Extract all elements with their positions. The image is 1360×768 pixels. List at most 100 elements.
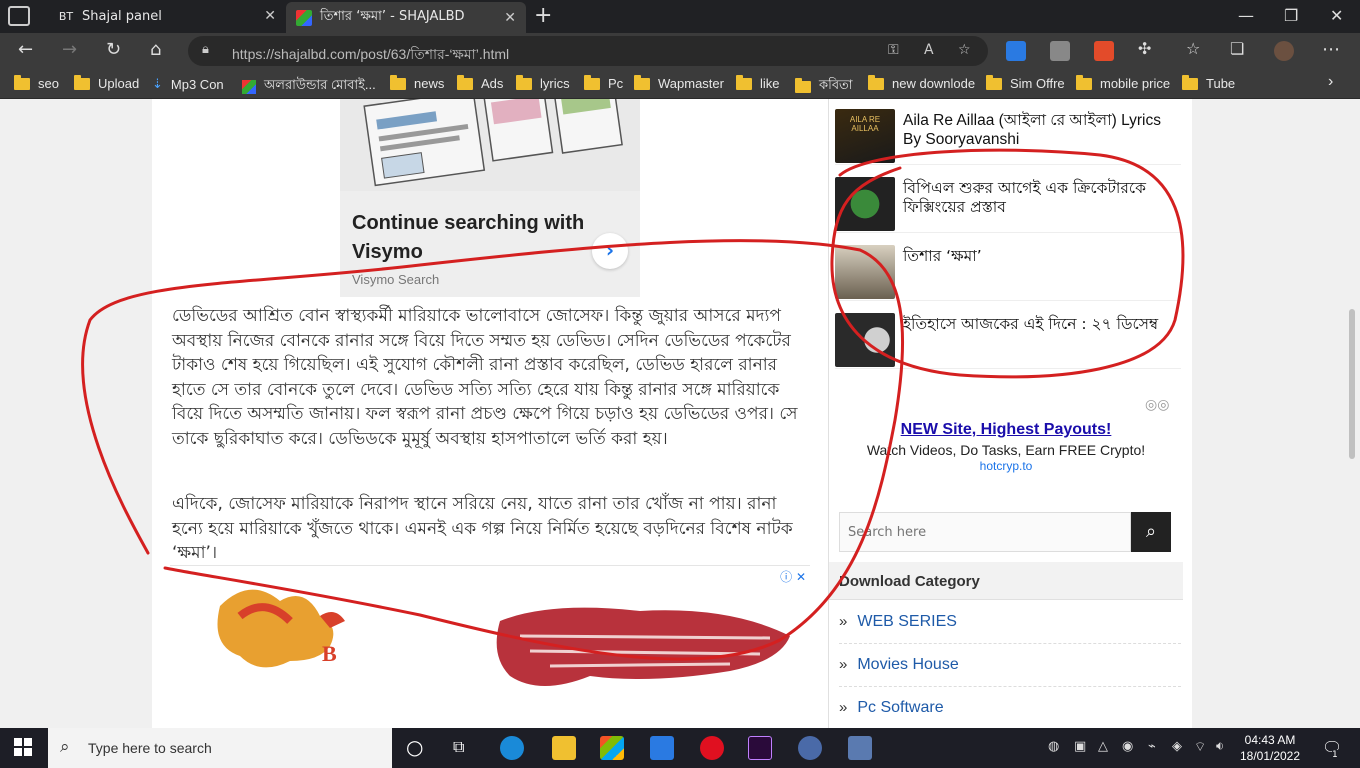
- bookmark-news[interactable]: news: [390, 74, 444, 91]
- bookmark-like[interactable]: like: [736, 74, 780, 91]
- network-icon[interactable]: ⌔: [1194, 739, 1206, 755]
- article-paragraph: এদিকে, জোসেফ মারিয়াকে নিরাপদ স্থানে সরি…: [172, 494, 793, 563]
- crypto-ad-title[interactable]: NEW Site, Highest Payouts!: [829, 421, 1183, 439]
- search-button[interactable]: ⌕: [1131, 512, 1171, 552]
- category-label[interactable]: WEB SERIES: [857, 613, 957, 630]
- crypto-ad-url[interactable]: hotcryp.to: [829, 459, 1183, 473]
- collections-icon[interactable]: ❏: [1230, 39, 1244, 58]
- usb-icon[interactable]: ⌁: [1148, 739, 1156, 754]
- mail-icon[interactable]: [650, 736, 674, 760]
- bookmark-allrounder[interactable]: অলরাউন্ডার মোবাই...: [242, 76, 376, 97]
- taskbar-search[interactable]: ⌕ Type here to search: [48, 728, 392, 768]
- extension-icon[interactable]: [1094, 41, 1114, 61]
- address-bar[interactable]: 🔒︎ https://shajalbd.com/post/63/তিশার-‘ক…: [188, 36, 988, 66]
- meat-ad-banner[interactable]: ⓘ ✕ B: [170, 565, 810, 728]
- minimize-icon[interactable]: —: [1238, 6, 1254, 25]
- tab-shajal-panel[interactable]: BT Shajal panel ✕: [48, 0, 286, 33]
- ad-badge-icon[interactable]: ◎◎: [1145, 397, 1169, 413]
- bookmark-wapmaster[interactable]: Wapmaster: [634, 74, 724, 91]
- category-heading: Download Category: [829, 562, 1183, 600]
- add-favorite-icon[interactable]: ☆: [958, 42, 971, 58]
- close-window-icon[interactable]: ✕: [1330, 6, 1343, 25]
- tab-actions-icon[interactable]: [8, 6, 30, 26]
- network-app-icon[interactable]: [848, 736, 872, 760]
- refresh-icon[interactable]: ↻: [106, 39, 121, 60]
- chevron-right-icon[interactable]: ›: [592, 233, 628, 269]
- post-title[interactable]: ইতিহাসে আজকের এই দিনে : ২৭ ডিসেম্ব: [903, 315, 1179, 334]
- bookmark-ads[interactable]: Ads: [457, 74, 503, 91]
- forward-icon[interactable]: →: [62, 39, 77, 60]
- new-tab-icon[interactable]: +: [534, 3, 552, 28]
- bookmark-pc[interactable]: Pc: [584, 74, 623, 91]
- close-tab-icon[interactable]: ✕: [264, 8, 276, 24]
- back-icon[interactable]: ←: [18, 39, 33, 60]
- bookmark-kobita[interactable]: কবিতা: [795, 76, 853, 97]
- task-view-icon[interactable]: ⧉: [453, 737, 464, 757]
- sidebar-post[interactable]: তিশার ‘ক্ষমা’: [835, 235, 1181, 301]
- chrome-icon[interactable]: ◉: [1122, 739, 1133, 754]
- sidebar-post[interactable]: ইতিহাসে আজকের এই দিনে : ২৭ ডিসেম্ব: [835, 303, 1181, 369]
- scrollbar[interactable]: [1344, 99, 1360, 728]
- more-icon[interactable]: ⋯: [1322, 39, 1340, 60]
- app-icon[interactable]: [798, 736, 822, 760]
- post-thumbnail: [835, 245, 895, 299]
- search-box[interactable]: [839, 512, 1131, 552]
- extension-icon[interactable]: [1050, 41, 1070, 61]
- bookmark-upload[interactable]: Upload: [74, 74, 140, 91]
- clock[interactable]: 04:43 AM 18/01/2022: [1236, 732, 1304, 764]
- ad-choices-icon[interactable]: ⓘ ✕: [780, 568, 806, 585]
- ad-title[interactable]: Continue searching with Visymo: [352, 209, 592, 267]
- folder-icon: [14, 74, 30, 90]
- close-tab-icon[interactable]: ✕: [504, 10, 516, 26]
- cortana-icon[interactable]: ○: [406, 735, 423, 759]
- premiere-icon[interactable]: [748, 736, 772, 760]
- bookmark-mp3con[interactable]: ⇣ Mp3 Con: [152, 76, 224, 92]
- lock-icon[interactable]: 🔒︎: [202, 42, 209, 57]
- store-icon[interactable]: [600, 736, 624, 760]
- edge-icon[interactable]: [500, 736, 524, 760]
- volume-icon[interactable]: 🔉︎: [1216, 739, 1224, 754]
- category-item[interactable]: » Movies House: [839, 644, 1181, 687]
- category-label[interactable]: Movies House: [857, 656, 958, 673]
- post-title[interactable]: বিপিএল শুরুর আগেই এক ক্রিকেটারকে ফিক্সিং…: [903, 179, 1179, 217]
- bookmark-mobile-price[interactable]: mobile price: [1076, 74, 1170, 91]
- opera-icon[interactable]: [700, 736, 724, 760]
- category-item[interactable]: » WEB SERIES: [839, 601, 1181, 644]
- tab-tishar-khoma[interactable]: তিশার ‘ক্ষমা’ - SHAJALBD ✕: [286, 2, 526, 33]
- extension-icon[interactable]: [1006, 41, 1026, 61]
- nvidia-icon[interactable]: ◈: [1172, 739, 1182, 754]
- zoom-icon[interactable]: ▣: [1074, 739, 1086, 754]
- bookmark-label: অলরাউন্ডার মোবাই...: [264, 77, 376, 92]
- windows-start-icon[interactable]: [14, 738, 32, 756]
- bookmark-lyrics[interactable]: lyrics: [516, 74, 570, 91]
- steam-icon[interactable]: ◍: [1048, 739, 1059, 754]
- profile-avatar[interactable]: [1274, 41, 1294, 61]
- taskbar-search-placeholder[interactable]: Type here to search: [88, 740, 212, 756]
- folder-icon: [736, 74, 752, 90]
- scrollbar-thumb[interactable]: [1349, 309, 1355, 459]
- bookmark-label: Upload: [98, 76, 140, 91]
- visymo-ad-card[interactable]: Continue searching with Visymo › Visymo …: [340, 99, 640, 297]
- file-explorer-icon[interactable]: [552, 736, 576, 760]
- sidebar-post[interactable]: AILA RE AILLAA Aila Re Aillaa (আইলা রে আই…: [835, 99, 1181, 165]
- read-aloud-icon[interactable]: A: [924, 42, 934, 58]
- favorites-icon[interactable]: ☆: [1186, 39, 1200, 58]
- url-text[interactable]: https://shajalbd.com/post/63/তিশার-‘ক্ষম…: [232, 43, 509, 67]
- chevron-right-icon[interactable]: ›: [1328, 73, 1333, 91]
- category-label[interactable]: Pc Software: [857, 699, 943, 716]
- category-item[interactable]: » Pc Software: [839, 687, 1181, 728]
- bookmark-sim-offre[interactable]: Sim Offre: [986, 74, 1065, 91]
- extensions-icon[interactable]: ✣: [1138, 39, 1151, 58]
- restore-icon[interactable]: ❐: [1284, 6, 1298, 25]
- key-icon[interactable]: ⚿: [888, 42, 899, 58]
- search-input[interactable]: [840, 513, 1120, 551]
- drive-icon[interactable]: △: [1098, 739, 1108, 754]
- folder-icon: [516, 74, 532, 90]
- bookmark-new-downlode[interactable]: new downlode: [868, 74, 975, 91]
- bookmark-seo[interactable]: seo: [14, 74, 59, 91]
- post-title[interactable]: তিশার ‘ক্ষমা’: [903, 247, 1179, 266]
- post-title[interactable]: Aila Re Aillaa (আইলা রে আইলা) Lyrics By …: [903, 111, 1179, 149]
- sidebar-post[interactable]: বিপিএল শুরুর আগেই এক ক্রিকেটারকে ফিক্সিং…: [835, 167, 1181, 233]
- home-icon[interactable]: ⌂: [150, 39, 161, 60]
- bookmark-tube[interactable]: Tube: [1182, 74, 1235, 91]
